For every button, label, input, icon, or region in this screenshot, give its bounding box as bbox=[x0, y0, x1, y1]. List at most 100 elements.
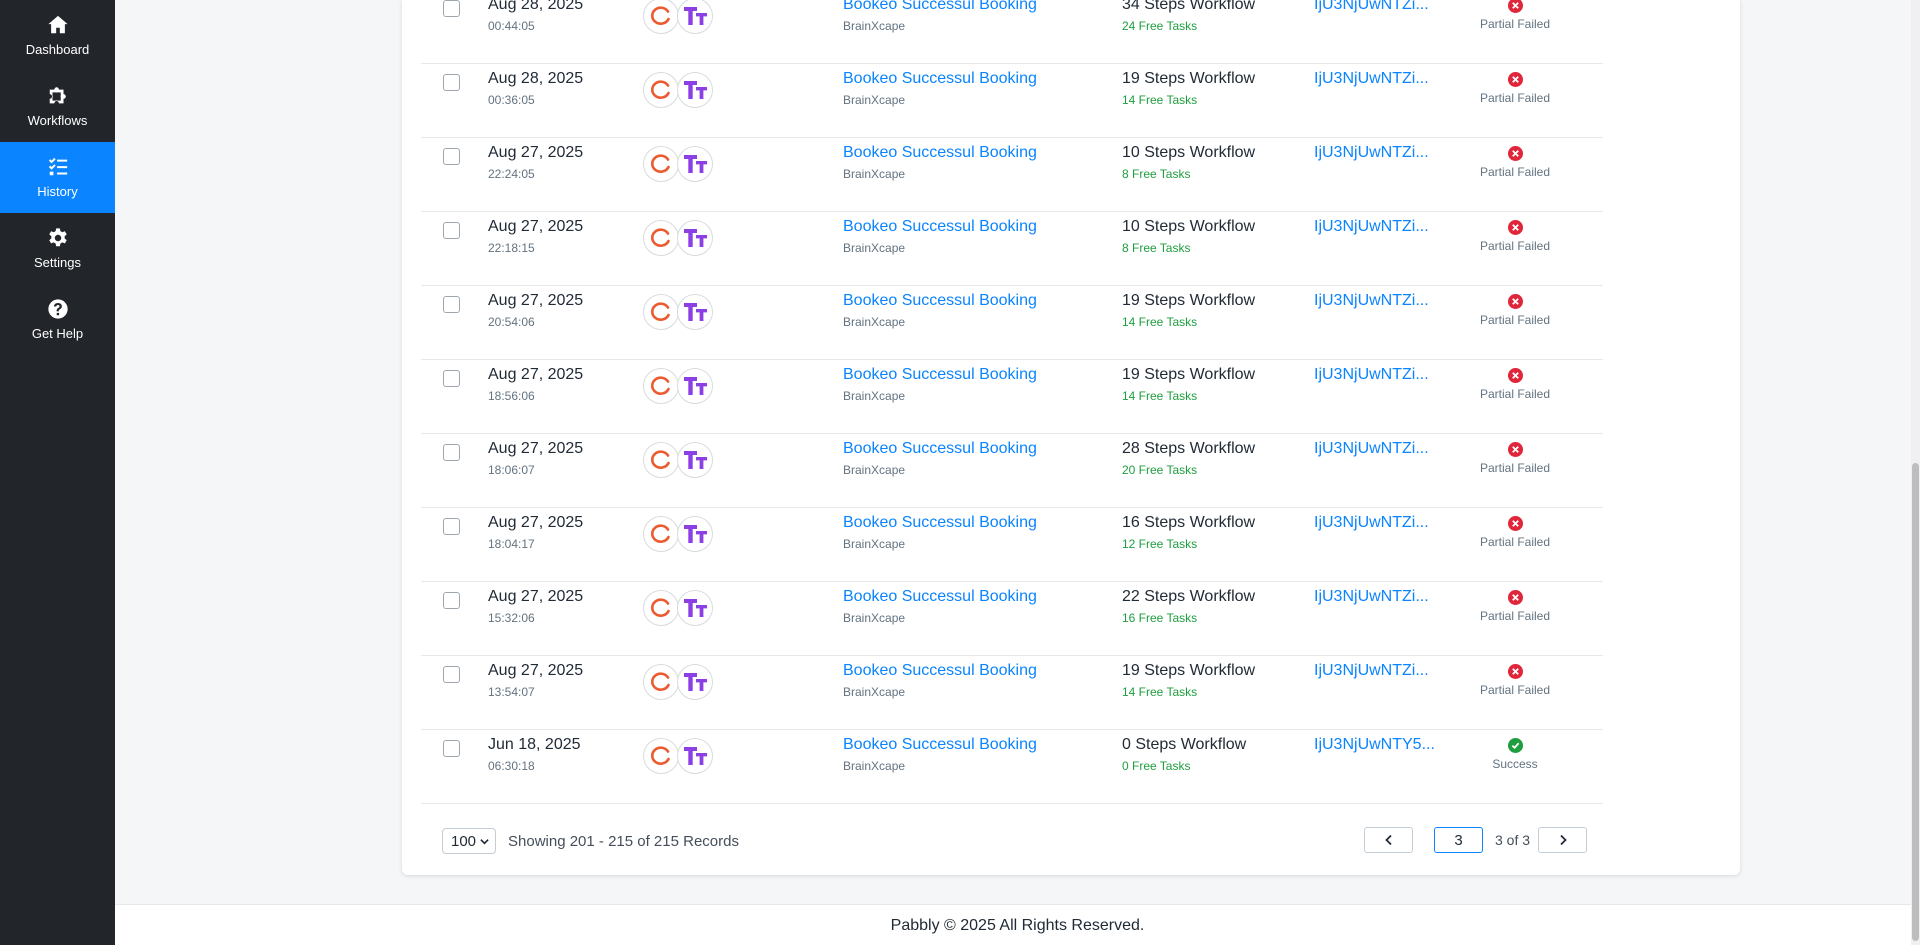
workflow-name-link[interactable]: Bookeo Successul Booking bbox=[843, 588, 1037, 606]
app-icons bbox=[643, 146, 713, 182]
status-icon bbox=[1507, 738, 1523, 753]
workflow-name-link[interactable]: Bookeo Successul Booking bbox=[843, 662, 1037, 680]
per-page-select[interactable]: 100 bbox=[442, 828, 496, 854]
close-icon bbox=[1511, 150, 1519, 157]
task-id-link[interactable]: IjU3NjUwNTZi... bbox=[1314, 292, 1429, 310]
free-tasks: 14 Free Tasks bbox=[1122, 389, 1198, 403]
app-icons bbox=[643, 0, 713, 34]
task-id-link[interactable]: IjU3NjUwNTZi... bbox=[1314, 70, 1429, 88]
sidebar-item-workflows[interactable]: Workflows bbox=[0, 71, 115, 142]
text-formatter-app-icon bbox=[677, 368, 713, 404]
row-checkbox[interactable] bbox=[443, 740, 460, 757]
text-formatter-app-icon bbox=[677, 294, 713, 330]
sidebar-item-dashboard[interactable]: Dashboard bbox=[0, 0, 115, 71]
task-id-link[interactable]: IjU3NjUwNTZi... bbox=[1314, 366, 1429, 384]
task-id-link[interactable]: IjU3NjUwNTZi... bbox=[1314, 218, 1429, 236]
row-time: 06:30:18 bbox=[488, 759, 535, 773]
workflow-name-link[interactable]: Bookeo Successul Booking bbox=[843, 0, 1037, 14]
workflow-name-link[interactable]: Bookeo Successul Booking bbox=[843, 514, 1037, 532]
row-date: Jun 18, 2025 bbox=[488, 736, 581, 753]
home-icon bbox=[47, 15, 68, 34]
workflow-steps: 16 Steps Workflow bbox=[1122, 514, 1256, 531]
status-badge: Partial Failed bbox=[1455, 368, 1575, 401]
workflow-name-link[interactable]: Bookeo Successul Booking bbox=[843, 144, 1037, 162]
sidebar-item-label: Workflows bbox=[27, 113, 88, 128]
sidebar-item-settings[interactable]: Settings bbox=[0, 213, 115, 284]
workflow-account: BrainXcape bbox=[843, 93, 906, 107]
workflow-account: BrainXcape bbox=[843, 389, 906, 403]
status-badge: Partial Failed bbox=[1455, 294, 1575, 327]
status-badge: Partial Failed bbox=[1455, 442, 1575, 475]
page-number-input[interactable]: 3 bbox=[1434, 827, 1483, 853]
prev-page-button[interactable] bbox=[1364, 827, 1413, 853]
site-footer: Pabbly © 2025 All Rights Reserved. bbox=[115, 904, 1920, 945]
table-row: Aug 27, 2025 18:06:07 Bookeo Successul Boo… bbox=[421, 434, 1603, 508]
question-circle-icon bbox=[47, 299, 68, 319]
workflow-name-link[interactable]: Bookeo Successul Booking bbox=[843, 70, 1037, 88]
sidebar-item-history[interactable]: History bbox=[0, 142, 115, 213]
row-checkbox[interactable] bbox=[443, 74, 460, 91]
workflow-account: BrainXcape bbox=[843, 759, 906, 773]
task-id-link[interactable]: IjU3NjUwNTZi... bbox=[1314, 662, 1429, 680]
chevron-right-icon bbox=[1559, 834, 1567, 846]
row-time: 22:24:05 bbox=[488, 167, 535, 181]
row-checkbox[interactable] bbox=[443, 222, 460, 239]
sidebar-item-label: History bbox=[37, 184, 78, 199]
bookeo-app-icon bbox=[643, 72, 679, 108]
text-formatter-app-icon bbox=[677, 72, 713, 108]
row-date: Aug 28, 2025 bbox=[488, 0, 584, 13]
workflow-name-link[interactable]: Bookeo Successul Booking bbox=[843, 440, 1037, 458]
task-id-link[interactable]: IjU3NjUwNTY5... bbox=[1314, 736, 1435, 754]
row-checkbox[interactable] bbox=[443, 0, 460, 17]
status-icon bbox=[1507, 516, 1523, 531]
row-checkbox[interactable] bbox=[443, 592, 460, 609]
workflow-name-link[interactable]: Bookeo Successul Booking bbox=[843, 366, 1037, 384]
next-page-button[interactable] bbox=[1538, 827, 1587, 853]
workflow-steps: 19 Steps Workflow bbox=[1122, 662, 1256, 679]
free-tasks: 20 Free Tasks bbox=[1122, 463, 1198, 477]
status-icon bbox=[1507, 664, 1523, 679]
workflow-name-link[interactable]: Bookeo Successul Booking bbox=[843, 218, 1037, 236]
task-id-link[interactable]: IjU3NjUwNTZi... bbox=[1314, 514, 1429, 532]
status-icon bbox=[1507, 590, 1523, 605]
status-text: Partial Failed bbox=[1479, 91, 1551, 105]
status-text: Partial Failed bbox=[1479, 239, 1551, 253]
workflow-steps: 34 Steps Workflow bbox=[1122, 0, 1256, 13]
gear-icon bbox=[48, 228, 67, 247]
task-id-link[interactable]: IjU3NjUwNTZi... bbox=[1314, 144, 1429, 162]
row-checkbox[interactable] bbox=[443, 444, 460, 461]
task-id-link[interactable]: IjU3NjUwNTZi... bbox=[1314, 588, 1429, 606]
row-checkbox[interactable] bbox=[443, 666, 460, 683]
app-icons bbox=[643, 220, 713, 256]
close-icon bbox=[1511, 594, 1519, 601]
copyright-text: Pabbly © 2025 All Rights Reserved. bbox=[890, 917, 1145, 934]
free-tasks: 14 Free Tasks bbox=[1122, 315, 1198, 329]
workflow-account: BrainXcape bbox=[843, 241, 906, 255]
free-tasks: 8 Free Tasks bbox=[1122, 167, 1191, 181]
app-icons bbox=[643, 442, 713, 478]
history-table-card: Aug 28, 2025 00:44:05 Bookeo Successul Boo… bbox=[402, 0, 1740, 875]
app-icons bbox=[643, 738, 713, 774]
app-icons bbox=[643, 664, 713, 700]
row-checkbox[interactable] bbox=[443, 148, 460, 165]
row-time: 15:32:06 bbox=[488, 611, 535, 625]
status-text: Partial Failed bbox=[1479, 683, 1551, 697]
bookeo-app-icon bbox=[643, 294, 679, 330]
free-tasks: 16 Free Tasks bbox=[1122, 611, 1198, 625]
sidebar-item-get-help[interactable]: Get Help bbox=[0, 284, 115, 355]
text-formatter-app-icon bbox=[677, 664, 713, 700]
task-id-link[interactable]: IjU3NjUwNTZi... bbox=[1314, 0, 1429, 14]
text-formatter-app-icon bbox=[677, 442, 713, 478]
row-date: Aug 27, 2025 bbox=[488, 292, 584, 309]
workflow-name-link[interactable]: Bookeo Successul Booking bbox=[843, 736, 1037, 754]
row-checkbox[interactable] bbox=[443, 518, 460, 535]
table-row: Aug 27, 2025 18:56:06 Bookeo Successul Boo… bbox=[421, 360, 1603, 434]
status-badge: Partial Failed bbox=[1455, 146, 1575, 179]
status-badge: Partial Failed bbox=[1455, 664, 1575, 697]
task-id-link[interactable]: IjU3NjUwNTZi... bbox=[1314, 440, 1429, 458]
scrollbar-thumb[interactable] bbox=[1912, 463, 1919, 941]
workflow-name-link[interactable]: Bookeo Successul Booking bbox=[843, 292, 1037, 310]
row-checkbox[interactable] bbox=[443, 370, 460, 387]
row-checkbox[interactable] bbox=[443, 296, 460, 313]
status-icon bbox=[1507, 146, 1523, 161]
